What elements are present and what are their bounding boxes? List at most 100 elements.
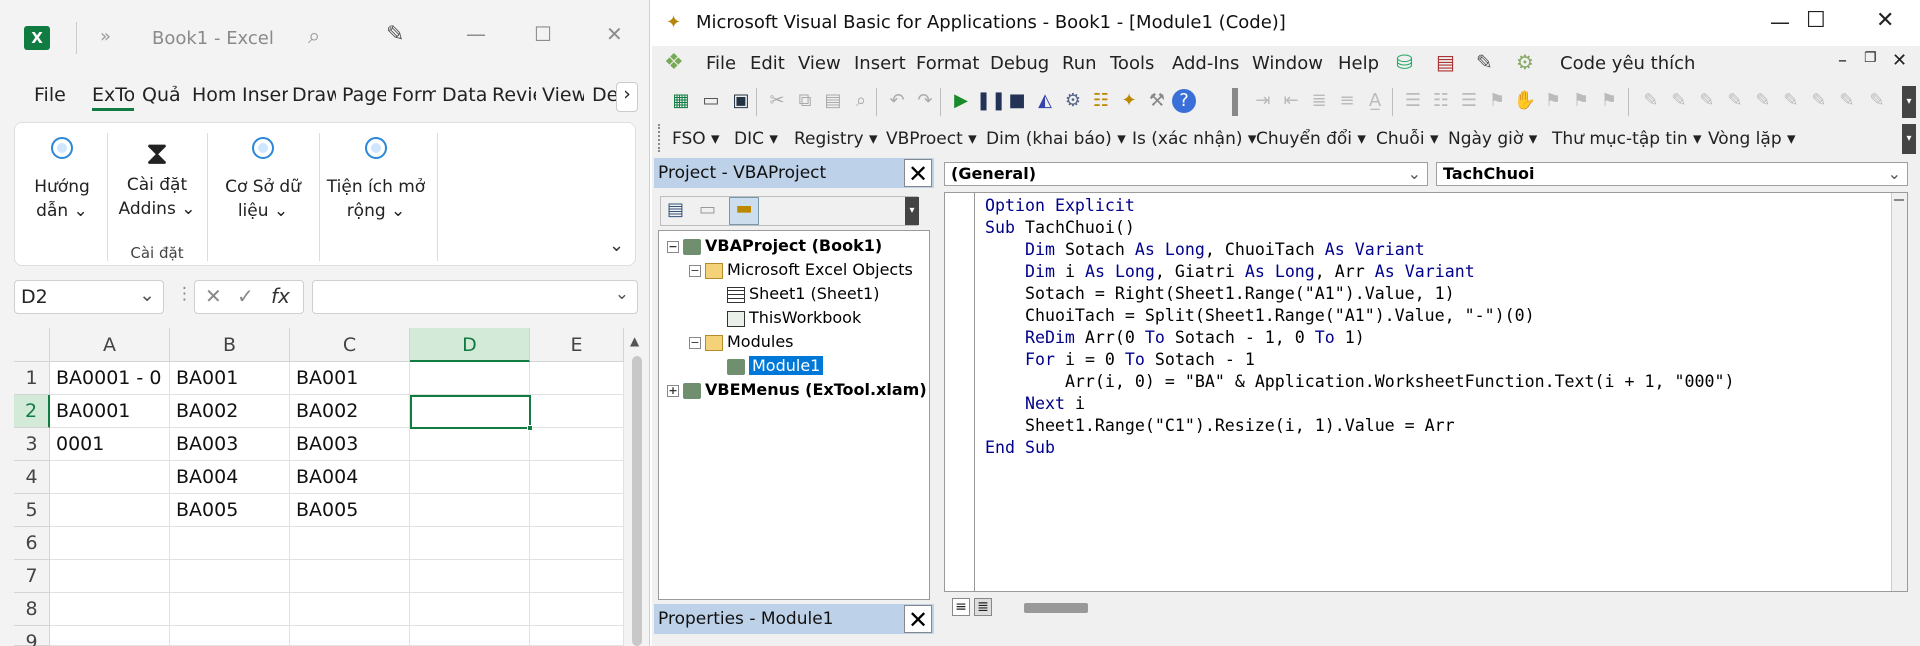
project-explorer-icon[interactable]: ⚙ (1060, 88, 1086, 114)
tab-file[interactable]: File (34, 84, 68, 106)
cell-d1[interactable] (410, 362, 530, 395)
break-icon[interactable]: ❚❚ (976, 88, 1006, 114)
tab-home[interactable]: Hom (192, 84, 236, 106)
cell-c5[interactable]: BA005 (290, 494, 410, 527)
menu-code-favorites[interactable]: Code yêu thích (1560, 53, 1695, 74)
cell-c7[interactable] (290, 560, 410, 593)
indent-icon[interactable]: ⇥ (1250, 88, 1276, 114)
toolbar-overflow-icon[interactable]: ▾ (1902, 86, 1916, 118)
tree-node-thisworkbook[interactable]: ThisWorkbook (727, 307, 861, 329)
more-options-icon[interactable]: ⋮ (176, 284, 193, 304)
cell-e4[interactable] (530, 461, 624, 494)
tab-insert[interactable]: Inser (242, 84, 288, 106)
code-line[interactable]: Sotach = Right(Sheet1.Range("A1").Value,… (985, 283, 1734, 305)
tree-node-modules[interactable]: − Modules (689, 331, 794, 353)
menu-help[interactable]: Help (1338, 53, 1379, 74)
find-icon[interactable]: ⌕ (848, 88, 874, 114)
tree-node-excel-objects[interactable]: − Microsoft Excel Objects (689, 259, 913, 281)
toolbar-overflow-icon[interactable]: ▾ (905, 197, 919, 225)
is-menu[interactable]: Is (xác nhận) ▾ (1132, 129, 1256, 149)
pencil-icon[interactable]: ✎ (1694, 88, 1720, 114)
cell-d6[interactable] (410, 527, 530, 560)
vong-lap-menu[interactable]: Vòng lặp ▾ (1708, 129, 1796, 149)
cell-a2[interactable]: BA0001 (50, 395, 170, 428)
cancel-icon[interactable]: ✕ (205, 284, 222, 308)
cell-b9[interactable] (170, 626, 290, 646)
chuyen-doi-menu[interactable]: Chuyển đổi ▾ (1256, 129, 1366, 149)
redo-icon[interactable]: ↷ (912, 88, 938, 114)
toolbox-icon[interactable]: ⚒ (1144, 88, 1170, 114)
collapse-icon[interactable]: − (667, 240, 679, 253)
co-so-du-lieu-button[interactable]: Cơ Sở dữ liệu ⌄ (213, 137, 313, 223)
bookmark-icon[interactable]: ⚑ (1484, 88, 1510, 114)
prev-bookmark-icon[interactable]: ⚑ (1568, 88, 1594, 114)
copy-icon[interactable]: ⧉ (792, 88, 818, 114)
cell-a1[interactable]: BA0001 - 0 (50, 362, 170, 395)
code-line[interactable]: Option Explicit (985, 195, 1734, 217)
tab-quan[interactable]: Quả (142, 84, 182, 106)
cell-b5[interactable]: BA005 (170, 494, 290, 527)
search-icon[interactable]: ⌕ (308, 24, 320, 49)
row-header-1[interactable]: 1 (14, 362, 50, 395)
cell-c8[interactable] (290, 593, 410, 626)
view-object-icon[interactable]: ▭ (699, 199, 716, 220)
dim-menu[interactable]: Dim (khai báo) ▾ (986, 129, 1126, 149)
book-icon[interactable]: ▤ (1436, 50, 1455, 74)
object-dropdown[interactable]: (General) ⌄ (944, 162, 1428, 186)
tab-formulas[interactable]: Form (392, 84, 436, 106)
select-all-corner[interactable] (14, 328, 50, 362)
view-excel-icon[interactable]: ▦ (668, 88, 694, 114)
active-cell-d2[interactable] (410, 395, 533, 431)
cell-d9[interactable] (410, 626, 530, 646)
ngay-gio-menu[interactable]: Ngày giờ ▾ (1448, 129, 1537, 149)
dic-menu[interactable]: DIC ▾ (734, 129, 778, 149)
code-line[interactable]: Dim i As Long, Giatri As Long, Arr As Va… (985, 261, 1734, 283)
tab-page[interactable]: Page (342, 84, 386, 106)
enter-icon[interactable]: ✓ (237, 284, 254, 308)
mdi-restore-button[interactable]: ❐ (1864, 50, 1877, 66)
code-line[interactable]: Next i (985, 393, 1734, 415)
scroll-thumb[interactable] (632, 356, 642, 646)
scroll-thumb[interactable] (1894, 199, 1904, 201)
indicator-margin[interactable] (945, 193, 975, 591)
cell-c2[interactable]: BA002 (290, 395, 410, 428)
code-line[interactable]: ReDim Arr(0 To Sotach - 1, 0 To 1) (985, 327, 1734, 349)
properties-icon[interactable]: ☷ (1088, 88, 1114, 114)
procedure-view-icon[interactable]: ≡ (952, 598, 970, 616)
cell-b3[interactable]: BA003 (170, 428, 290, 461)
cell-e6[interactable] (530, 527, 624, 560)
row-header-9[interactable]: 9 (14, 626, 50, 646)
row-header-8[interactable]: 8 (14, 593, 50, 626)
column-header-b[interactable]: B (170, 328, 290, 362)
fill-handle[interactable] (527, 425, 533, 431)
cell-a6[interactable] (50, 527, 170, 560)
code-line[interactable]: Arr(i, 0) = "BA" & Application.Worksheet… (985, 371, 1735, 393)
tree-node-sheet1[interactable]: Sheet1 (Sheet1) (727, 283, 879, 305)
quick-info-icon[interactable]: A̲ (1362, 88, 1388, 114)
row-header-3[interactable]: 3 (14, 428, 50, 461)
comment-block-icon[interactable]: ☰ (1400, 88, 1426, 114)
vbproject-menu[interactable]: VBProect ▾ (886, 129, 977, 149)
chuoi-menu[interactable]: Chuỗi ▾ (1376, 129, 1438, 149)
pencil-icon[interactable]: ✎ (1722, 88, 1748, 114)
cell-e2[interactable] (530, 395, 624, 428)
cell-b4[interactable]: BA004 (170, 461, 290, 494)
row-header-7[interactable]: 7 (14, 560, 50, 593)
object-browser-icon[interactable]: ✦ (1116, 88, 1142, 114)
menu-addins[interactable]: Add-Ins (1172, 53, 1239, 74)
pencil-icon[interactable]: ✎ (1778, 88, 1804, 114)
menu-debug[interactable]: Debug (990, 53, 1049, 74)
menu-file[interactable]: File (706, 53, 736, 74)
uncomment-block-icon[interactable]: ☷ (1428, 88, 1454, 114)
list-members-icon[interactable]: ≣ (1306, 88, 1332, 114)
fx-icon[interactable]: fx (271, 284, 290, 308)
mdi-close-button[interactable]: ✕ (1892, 50, 1907, 71)
cell-a7[interactable] (50, 560, 170, 593)
addin-icon[interactable]: ⛁ (1396, 50, 1413, 74)
code-line[interactable]: ChuoiTach = Split(Sheet1.Range("A1").Val… (985, 305, 1734, 327)
procedure-dropdown[interactable]: TachChuoi ⌄ (1436, 162, 1908, 186)
cell-d4[interactable] (410, 461, 530, 494)
cell-b2[interactable]: BA002 (170, 395, 290, 428)
maximize-button[interactable]: ☐ (1806, 8, 1826, 33)
cell-e7[interactable] (530, 560, 624, 593)
